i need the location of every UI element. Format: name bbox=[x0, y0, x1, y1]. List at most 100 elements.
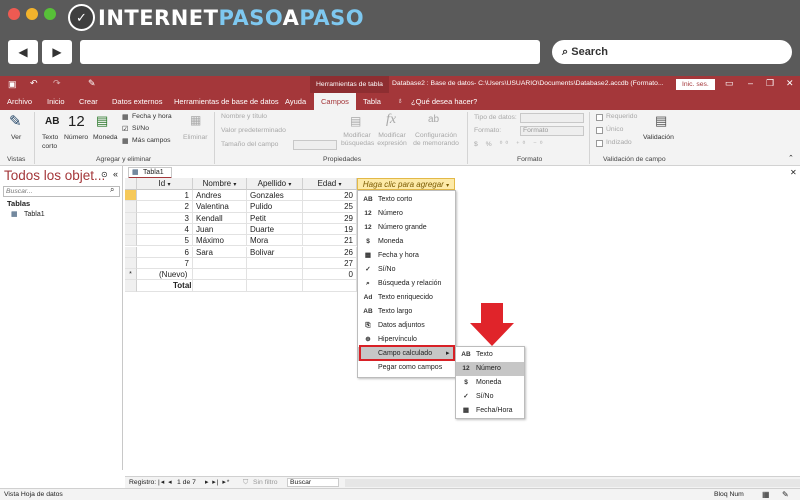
row-selector[interactable] bbox=[125, 223, 137, 236]
row-selector[interactable]: * bbox=[125, 269, 137, 281]
table-cell[interactable] bbox=[247, 269, 303, 281]
short-text-button[interactable]: Texto corto bbox=[42, 133, 62, 151]
design-view-icon[interactable]: ✎ bbox=[782, 489, 789, 500]
currency-button[interactable]: Moneda bbox=[93, 134, 118, 141]
submenu-item[interactable]: ▦ Fecha/Hora bbox=[456, 404, 524, 418]
minimize-window-button[interactable] bbox=[26, 8, 38, 20]
tab-crear[interactable]: Crear bbox=[75, 93, 102, 110]
row-selector[interactable] bbox=[125, 280, 137, 292]
filter-status[interactable]: Sin filtro bbox=[253, 477, 278, 488]
memo-settings-button[interactable]: Configuración de memorando bbox=[411, 132, 461, 148]
row-selector[interactable] bbox=[125, 212, 137, 224]
table-cell[interactable]: 19 bbox=[303, 223, 357, 236]
indexed-checkbox[interactable] bbox=[596, 140, 603, 147]
table-cell[interactable]: 7 bbox=[137, 257, 193, 270]
more-fields-button[interactable]: Más campos bbox=[132, 137, 171, 144]
number-button[interactable]: Número bbox=[64, 134, 88, 141]
date-time-button[interactable]: Fecha y hora bbox=[132, 113, 172, 120]
table-cell[interactable]: 1 bbox=[137, 190, 193, 202]
close-icon[interactable]: ✕ bbox=[786, 78, 794, 89]
row-selector[interactable] bbox=[125, 257, 137, 270]
column-header-add-field[interactable]: Haga clic para agregar ▾ bbox=[357, 178, 455, 190]
site-search-input[interactable]: ⌕ Search bbox=[552, 40, 792, 64]
ribbon-display-icon[interactable]: ▭ bbox=[725, 78, 734, 89]
table-cell[interactable]: 3 bbox=[137, 212, 193, 224]
menu-item[interactable]: ▦ Fecha y hora bbox=[358, 249, 455, 263]
column-header-id[interactable]: Id ▾ bbox=[137, 178, 193, 190]
select-all-corner[interactable] bbox=[125, 178, 137, 190]
table-cell[interactable]: Kendall bbox=[193, 212, 247, 224]
menu-item[interactable]: AB Texto corto bbox=[358, 193, 455, 207]
column-header-apellido[interactable]: Apellido ▾ bbox=[247, 178, 303, 190]
table-cell[interactable]: 26 bbox=[303, 246, 357, 258]
table-cell[interactable] bbox=[247, 257, 303, 270]
row-selector[interactable] bbox=[125, 235, 137, 247]
record-first-prev-icon[interactable]: |◂ ◂ bbox=[158, 477, 172, 488]
table-cell[interactable]: Andres bbox=[193, 190, 247, 202]
data-type-select[interactable] bbox=[520, 113, 584, 123]
minimize-icon[interactable]: – bbox=[748, 78, 753, 88]
format-buttons[interactable]: $ % ⁰⁰ ⁺⁰ ⁻⁰ bbox=[474, 140, 545, 148]
table-cell[interactable]: 4 bbox=[137, 223, 193, 236]
nav-search-input[interactable]: Buscar... bbox=[3, 186, 120, 197]
table-cell[interactable]: 25 bbox=[303, 201, 357, 213]
table-cell[interactable]: 27 bbox=[303, 257, 357, 270]
table-cell[interactable]: Total bbox=[137, 280, 193, 292]
table-cell[interactable]: 6 bbox=[137, 246, 193, 258]
tab-inicio[interactable]: Inicio bbox=[43, 93, 69, 110]
submenu-item[interactable]: 12 Número bbox=[456, 362, 524, 376]
nav-item-tabla1[interactable]: Tabla1 bbox=[24, 211, 45, 218]
modify-lookups-button[interactable]: Modificar búsquedas bbox=[341, 132, 374, 148]
close-window-button[interactable] bbox=[8, 8, 20, 20]
horizontal-scrollbar[interactable] bbox=[345, 479, 800, 487]
row-selector[interactable] bbox=[125, 246, 137, 258]
table-cell[interactable]: (Nuevo) bbox=[137, 269, 193, 281]
menu-item[interactable]: ⌕ Búsqueda y relación bbox=[358, 277, 455, 291]
table-cell[interactable] bbox=[193, 257, 247, 270]
table-cell[interactable]: Valentina bbox=[193, 201, 247, 213]
submenu-item[interactable]: AB Texto bbox=[456, 348, 524, 362]
forward-button[interactable]: ▶ bbox=[42, 40, 72, 64]
column-header-nombre[interactable]: Nombre ▾ bbox=[193, 178, 247, 190]
tab-ayuda[interactable]: Ayuda bbox=[281, 93, 310, 110]
datasheet-view-icon[interactable]: ▦ bbox=[762, 489, 770, 500]
validation-button[interactable]: Validación bbox=[643, 134, 674, 141]
nav-pane-title[interactable]: Todos los objet... bbox=[4, 168, 105, 183]
table-cell[interactable]: Mora bbox=[247, 235, 303, 247]
row-selector[interactable] bbox=[125, 201, 137, 213]
table-cell[interactable]: 2 bbox=[137, 201, 193, 213]
table-cell[interactable]: Duarte bbox=[247, 223, 303, 236]
table-cell[interactable] bbox=[247, 280, 303, 292]
table-cell[interactable]: 21 bbox=[303, 235, 357, 247]
table-cell[interactable]: Máximo bbox=[193, 235, 247, 247]
nav-section-tablas[interactable]: Tablas bbox=[7, 199, 30, 208]
record-next-last-icon[interactable]: ▸ ▸| ▸* bbox=[205, 477, 230, 488]
menu-item[interactable]: Ad Texto enriquecido bbox=[358, 291, 455, 305]
maximize-window-button[interactable] bbox=[44, 8, 56, 20]
menu-item[interactable]: $ Moneda bbox=[358, 235, 455, 249]
table-cell[interactable]: Juan bbox=[193, 223, 247, 236]
submenu-item[interactable]: ✓ Sí/No bbox=[456, 390, 524, 404]
table-cell[interactable] bbox=[193, 280, 247, 292]
tab-datos-externos[interactable]: Datos externos bbox=[108, 93, 166, 110]
tab-tabla[interactable]: Tabla bbox=[359, 93, 385, 110]
table-cell[interactable] bbox=[303, 280, 357, 292]
default-value-button[interactable]: Valor predeterminado bbox=[221, 127, 286, 134]
submenu-item[interactable]: $ Moneda bbox=[456, 376, 524, 390]
menu-item[interactable]: 12 Número grande bbox=[358, 221, 455, 235]
field-size-input[interactable] bbox=[293, 140, 337, 150]
collapse-nav-icon[interactable]: « bbox=[113, 169, 118, 179]
format-select[interactable]: Formato bbox=[520, 126, 584, 136]
menu-item[interactable]: AB Texto largo bbox=[358, 305, 455, 319]
unique-checkbox[interactable] bbox=[596, 127, 603, 134]
tab-campos[interactable]: Campos bbox=[314, 93, 356, 110]
record-position-input[interactable]: 1 de 7 bbox=[177, 477, 196, 488]
menu-item[interactable]: Pegar como campos bbox=[358, 361, 455, 375]
table-cell[interactable]: Pulido bbox=[247, 201, 303, 213]
required-checkbox[interactable] bbox=[596, 114, 603, 121]
table-cell[interactable]: Petit bbox=[247, 212, 303, 224]
tell-me-input[interactable]: ¿Qué desea hacer? bbox=[407, 93, 481, 110]
nav-menu-icon[interactable]: ⊙ bbox=[101, 170, 108, 179]
redo-icon[interactable]: ↷ bbox=[53, 78, 61, 89]
quick-access-icon[interactable]: ✎ bbox=[88, 78, 96, 89]
